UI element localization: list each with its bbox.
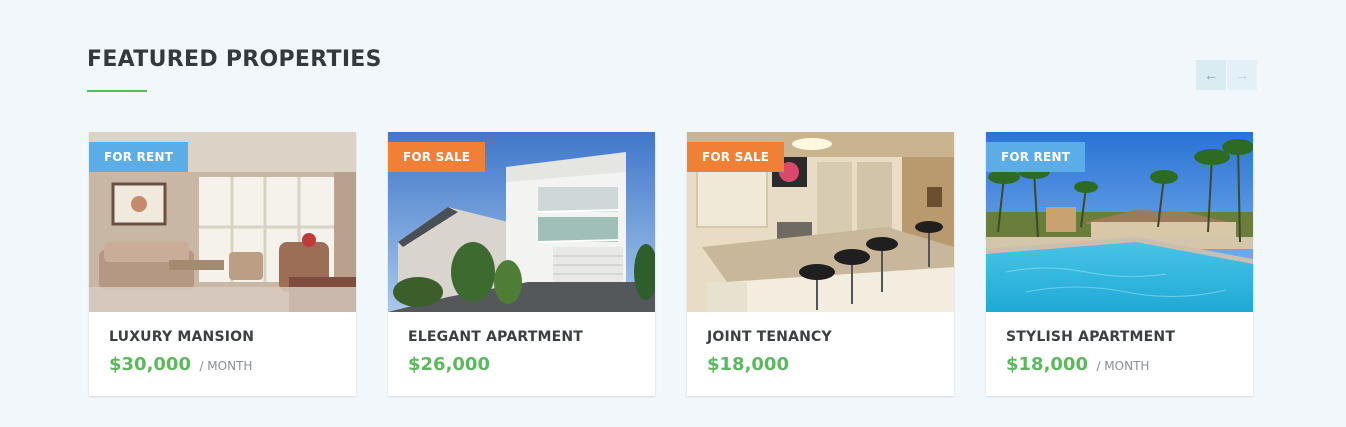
status-badge: FOR RENT (986, 142, 1086, 172)
property-image-modern-house[interactable]: FOR SALE (388, 132, 655, 312)
property-image-kitchen[interactable]: FOR SALE (687, 132, 954, 312)
property-title[interactable]: LUXURY MANSION (109, 329, 254, 345)
price-row: $26,000 (408, 354, 494, 375)
property-card[interactable]: FOR SALE JOINT TENANCY $18,000 (687, 132, 954, 396)
section-title: FEATURED PROPERTIES (87, 47, 382, 72)
arrow-left-icon: ← (1204, 67, 1218, 83)
property-title[interactable]: JOINT TENANCY (707, 329, 832, 345)
price-suffix: / MONTH (1096, 359, 1150, 373)
price-row: $18,000 / MONTH (1006, 354, 1149, 375)
property-title[interactable]: STYLISH APARTMENT (1006, 329, 1175, 345)
carousel-next-button[interactable]: → (1227, 60, 1257, 90)
property-price: $18,000 (707, 354, 789, 375)
property-price: $18,000 (1006, 354, 1088, 375)
property-price: $26,000 (408, 354, 490, 375)
price-suffix: / MONTH (199, 359, 253, 373)
price-row: $30,000 / MONTH (109, 354, 252, 375)
price-row: $18,000 (707, 354, 793, 375)
property-image-pool[interactable]: FOR RENT (986, 132, 1253, 312)
arrow-right-icon: → (1235, 67, 1249, 83)
status-badge: FOR SALE (687, 142, 785, 172)
title-underline (87, 90, 147, 92)
property-title[interactable]: ELEGANT APARTMENT (408, 329, 583, 345)
property-card[interactable]: FOR RENT LUXURY MANSION $30,000 / MONTH (89, 132, 356, 396)
property-image-living-room[interactable]: FOR RENT (89, 132, 356, 312)
property-card[interactable]: FOR SALE ELEGANT APARTMENT $26,000 (388, 132, 655, 396)
carousel-prev-button[interactable]: ← (1196, 60, 1226, 90)
property-price: $30,000 (109, 354, 191, 375)
status-badge: FOR RENT (89, 142, 189, 172)
status-badge: FOR SALE (388, 142, 486, 172)
property-card[interactable]: FOR RENT STYLISH APARTMENT $18,000 / MON… (986, 132, 1253, 396)
